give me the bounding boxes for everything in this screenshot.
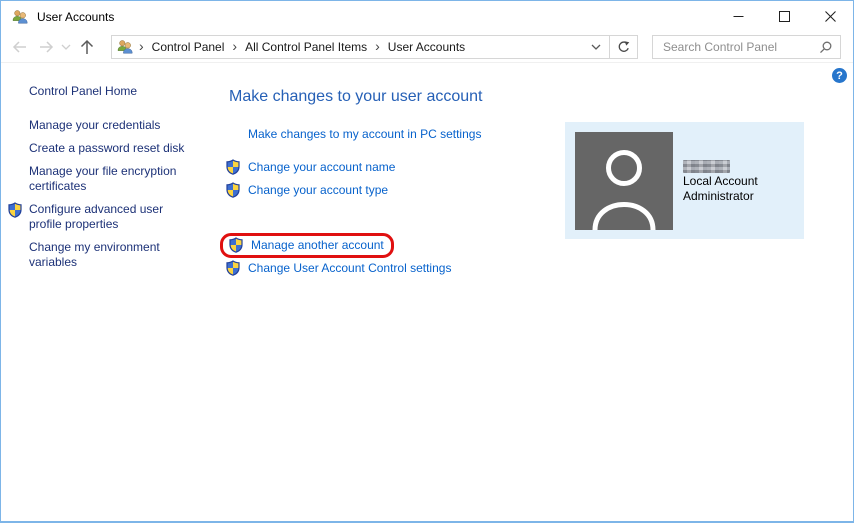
breadcrumb-app-icon[interactable] bbox=[117, 39, 133, 55]
address-bar: › Control Panel › All Control Panel Item… bbox=[111, 35, 638, 59]
username-blurred bbox=[683, 160, 730, 173]
nav-controls bbox=[1, 39, 111, 55]
navigation-bar: › Control Panel › All Control Panel Item… bbox=[1, 32, 853, 63]
sidebar-item-manage-credentials[interactable]: Manage your credentials bbox=[29, 118, 197, 133]
help-question-icon: ? bbox=[836, 69, 843, 82]
sidebar-tasks: Manage your credentials Create a passwor… bbox=[29, 118, 197, 270]
breadcrumb-separator-icon: › bbox=[232, 38, 238, 54]
refresh-button[interactable] bbox=[610, 36, 637, 58]
up-icon[interactable] bbox=[79, 39, 95, 55]
forward-icon[interactable] bbox=[39, 40, 55, 54]
breadcrumb-separator-icon: › bbox=[375, 38, 380, 54]
titlebar: User Accounts bbox=[1, 1, 853, 32]
breadcrumb-user-accounts[interactable]: User Accounts bbox=[386, 40, 467, 54]
account-info: Local Account Administrator bbox=[683, 160, 758, 203]
search-icon[interactable] bbox=[819, 41, 832, 54]
page-title: Make changes to your user account bbox=[229, 88, 483, 105]
user-accounts-window: User Accounts › Control Panel › All Cont… bbox=[0, 0, 854, 523]
breadcrumb-control-panel[interactable]: Control Panel bbox=[150, 40, 227, 54]
back-icon[interactable] bbox=[11, 40, 27, 54]
action-link-label: Change your account type bbox=[248, 183, 389, 197]
change-uac-settings-link[interactable]: Change User Account Control settings bbox=[226, 260, 451, 276]
minimize-icon bbox=[733, 16, 743, 17]
manage-another-account-link[interactable]: Manage another account bbox=[229, 237, 384, 253]
uac-shield-icon bbox=[226, 182, 240, 198]
close-button[interactable] bbox=[807, 1, 853, 32]
action-link-label: Manage another account bbox=[251, 238, 384, 252]
account-summary-panel: Local Account Administrator bbox=[565, 122, 804, 239]
sidebar-item-environment-variables[interactable]: Change my environment variables bbox=[29, 240, 197, 270]
refresh-icon bbox=[618, 41, 629, 52]
breadcrumb-separator-icon: › bbox=[139, 38, 144, 54]
change-account-type-link[interactable]: Change your account type bbox=[226, 182, 388, 198]
avatar bbox=[575, 132, 673, 230]
uac-shield-icon bbox=[229, 237, 243, 253]
help-button[interactable]: ? bbox=[832, 68, 847, 83]
sidebar-item-control-panel-home[interactable]: Control Panel Home bbox=[29, 84, 211, 99]
sidebar: Control Panel Home Manage your credentia… bbox=[1, 63, 211, 521]
breadcrumb-all-items[interactable]: All Control Panel Items bbox=[243, 40, 369, 54]
sidebar-item-password-reset-disk[interactable]: Create a password reset disk bbox=[29, 141, 197, 156]
pc-settings-link[interactable]: Make changes to my account in PC setting… bbox=[248, 127, 481, 141]
uac-shield-icon bbox=[8, 202, 22, 218]
action-link-label: Change User Account Control settings bbox=[248, 261, 452, 275]
maximize-button[interactable] bbox=[761, 1, 807, 32]
close-icon bbox=[824, 11, 836, 22]
account-type-label: Local Account bbox=[683, 174, 758, 188]
action-link-label: Change your account name bbox=[248, 160, 396, 174]
sidebar-item-label: Configure advanced user profile properti… bbox=[29, 202, 164, 231]
minimize-button[interactable] bbox=[715, 1, 761, 32]
recent-pages-chevron-icon[interactable] bbox=[61, 43, 71, 51]
window-title: User Accounts bbox=[37, 9, 115, 24]
uac-shield-icon bbox=[226, 159, 240, 175]
sidebar-item-file-encryption-certificates[interactable]: Manage your file encryption certificates bbox=[29, 164, 197, 194]
address-dropdown-button[interactable] bbox=[583, 36, 609, 58]
maximize-icon bbox=[778, 11, 790, 22]
sidebar-item-advanced-user-profile[interactable]: Configure advanced user profile properti… bbox=[29, 202, 197, 232]
search-input[interactable] bbox=[663, 40, 819, 54]
user-silhouette-icon bbox=[592, 150, 656, 230]
chevron-down-icon bbox=[591, 44, 601, 50]
account-role-label: Administrator bbox=[683, 189, 754, 203]
change-account-name-link[interactable]: Change your account name bbox=[226, 159, 395, 175]
uac-shield-icon bbox=[226, 260, 240, 276]
search-box bbox=[652, 35, 841, 59]
user-accounts-app-icon bbox=[12, 9, 28, 25]
caption-buttons bbox=[715, 1, 853, 32]
content-area: Control Panel Home Manage your credentia… bbox=[1, 63, 853, 521]
